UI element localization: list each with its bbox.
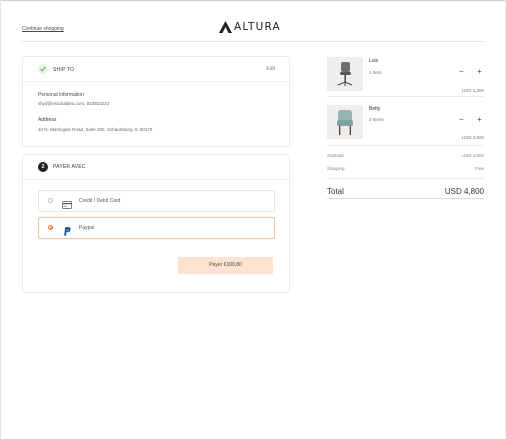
pay-button[interactable]: Payer €109,80 (178, 257, 273, 274)
card-option-label: Credit / Debit Card (79, 198, 121, 204)
cart-divider (327, 145, 484, 146)
payment-card: 2 PAYER AVEC Credit / Debit Card Paypal … (22, 154, 290, 293)
total-value: USD 4,800 (444, 187, 484, 196)
paypal-icon (64, 223, 71, 241)
armchair-image (327, 105, 363, 139)
window-top-border (0, 0, 506, 1)
item-price: USD 3,600 (461, 135, 484, 140)
shipping-value: Free (474, 166, 484, 171)
shipping-label: Shipping (327, 166, 345, 171)
edit-shipping-link[interactable]: Edit (266, 66, 275, 72)
continue-shopping-link[interactable]: Continue shopping (22, 26, 64, 32)
decrease-quantity-button[interactable]: − (459, 68, 464, 76)
cart-divider (327, 96, 484, 97)
total-label: Total (327, 187, 344, 196)
brand-name: ALTURA (234, 21, 281, 33)
header-divider (22, 41, 484, 42)
payment-option-card[interactable]: Credit / Debit Card (38, 190, 275, 212)
office-chair-image (327, 57, 363, 91)
item-quantity: 1 Item (369, 70, 382, 75)
personal-info-value: shyd@reachablea.com, 933923223 (38, 101, 110, 106)
window-left-border (0, 0, 1, 439)
increase-quantity-button[interactable]: + (477, 68, 482, 76)
ship-to-title: SHIP TO (53, 67, 75, 73)
card-radio[interactable] (48, 198, 53, 203)
brand-logo[interactable]: ALTURA (219, 20, 281, 34)
address-value: 10 N. Martingale Road, Suite 400, Schaum… (38, 127, 153, 132)
payment-option-paypal[interactable]: Paypal (38, 217, 275, 239)
address-label: Address (38, 117, 57, 123)
subtotal-label: Subtotal (327, 153, 344, 158)
summary-divider (327, 178, 484, 179)
subtotal-value: USD 4,800 (461, 153, 484, 158)
check-icon (38, 64, 48, 74)
step-number-badge: 2 (38, 162, 48, 172)
personal-info-label: Personal information (38, 92, 84, 98)
payment-header: 2 PAYER AVEC (23, 155, 289, 180)
increase-quantity-button[interactable]: + (477, 116, 482, 124)
decrease-quantity-button[interactable]: − (459, 116, 464, 124)
item-price: USD 1,200 (461, 88, 484, 93)
payment-title: PAYER AVEC (53, 164, 86, 170)
item-name: Betty (369, 106, 381, 112)
ship-to-card: SHIP TO Edit Personal information shyd@r… (22, 56, 290, 147)
paypal-option-label: Paypal (79, 225, 95, 231)
item-quantity: 2 Items (369, 117, 384, 122)
total-divider (327, 198, 484, 199)
ship-to-header: SHIP TO Edit (23, 57, 289, 82)
item-name: Luis (369, 58, 379, 64)
paypal-radio[interactable] (48, 225, 53, 230)
credit-card-icon (62, 196, 72, 214)
altura-logo-icon (219, 21, 232, 33)
